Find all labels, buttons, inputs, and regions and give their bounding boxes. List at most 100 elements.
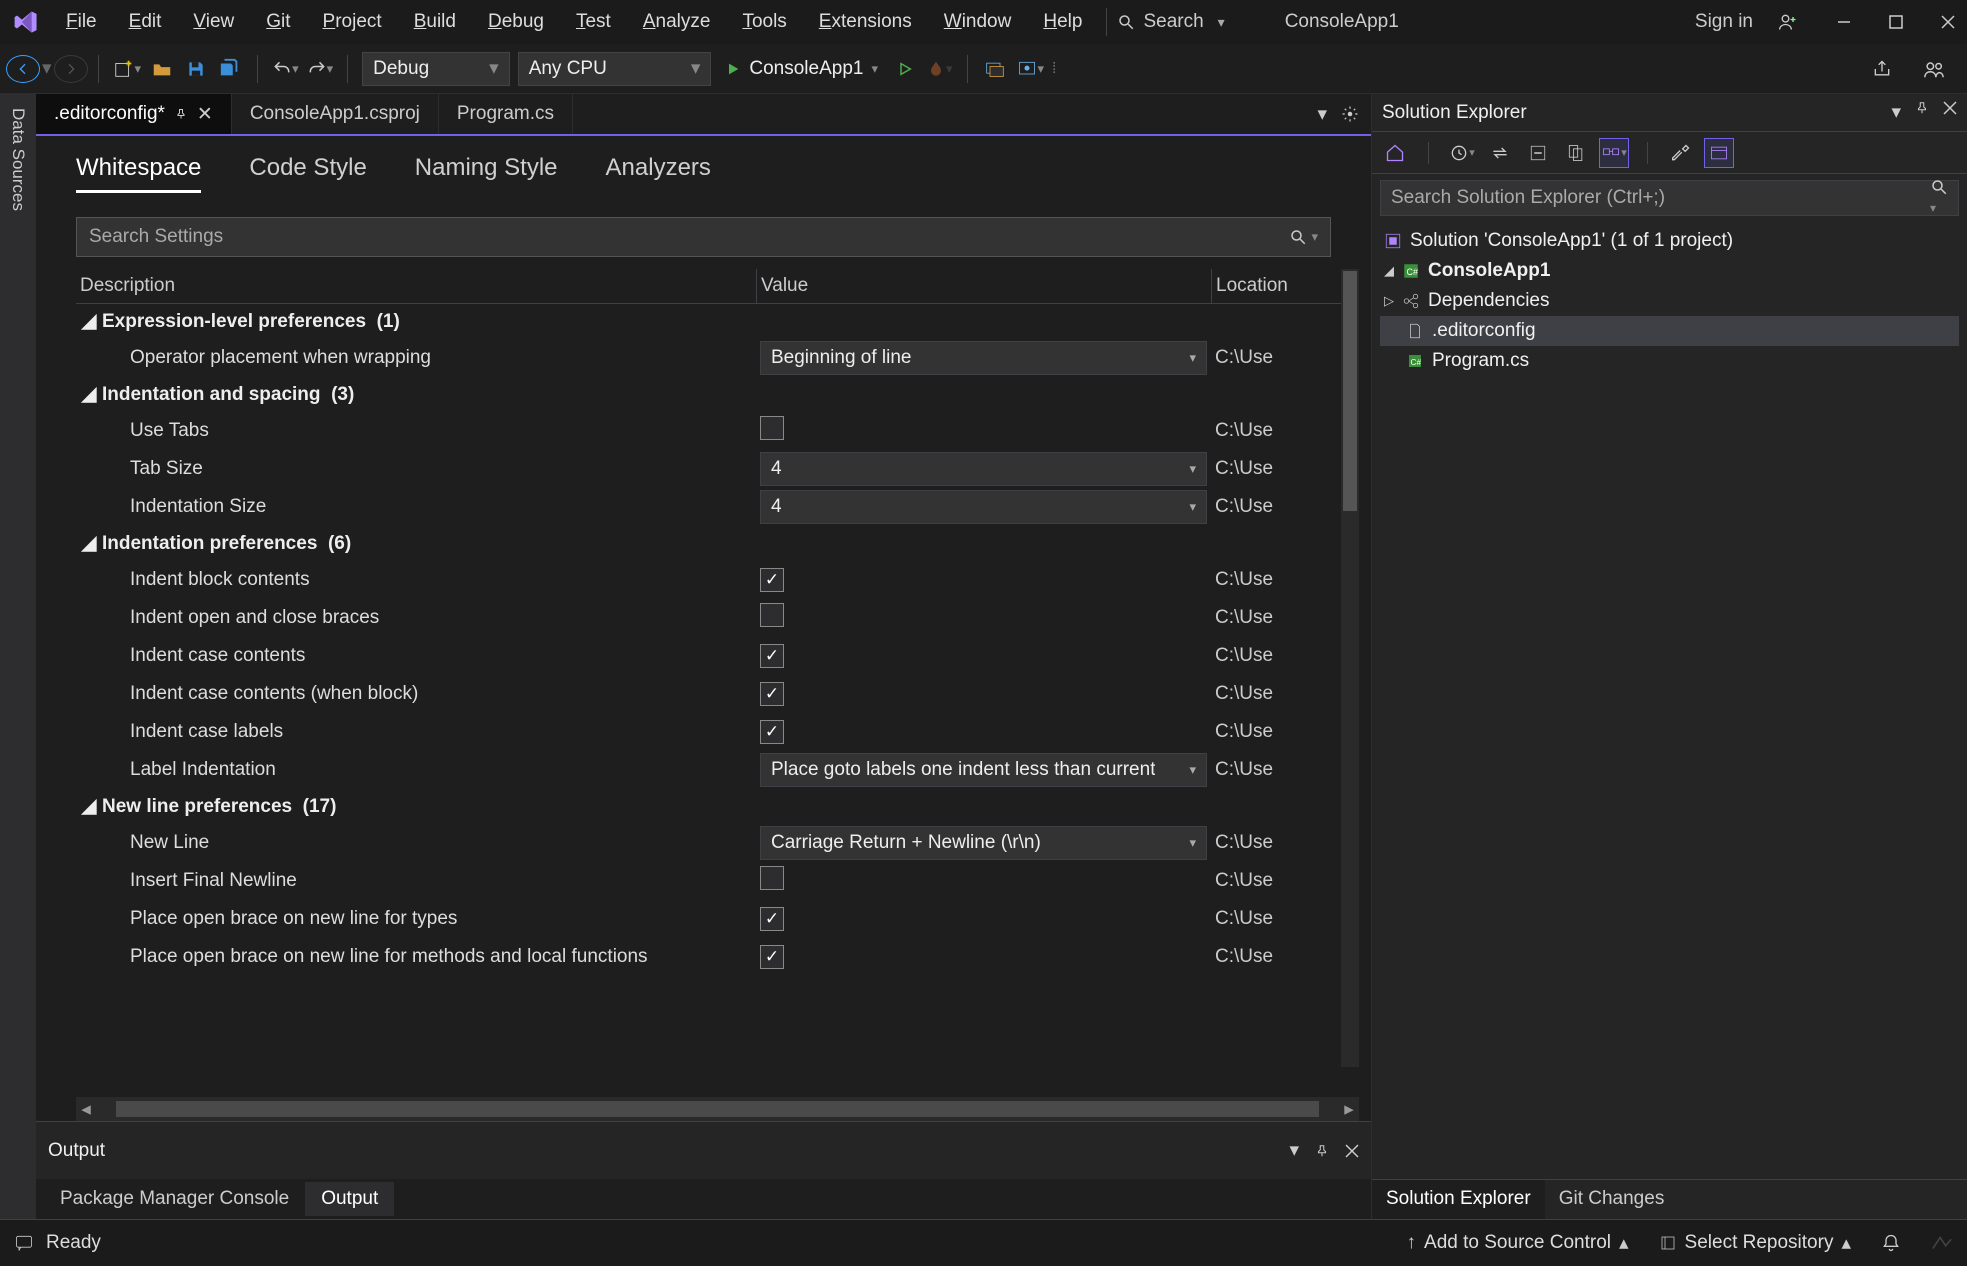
close-button[interactable] xyxy=(1937,11,1959,33)
data-sources-tab[interactable]: Data Sources xyxy=(6,102,30,1219)
live-preview-button[interactable]: ▾ xyxy=(1012,52,1049,86)
column-description[interactable]: Description xyxy=(76,269,756,303)
notifications-icon[interactable] xyxy=(1881,1233,1901,1253)
panel-tab[interactable]: Solution Explorer xyxy=(1372,1180,1545,1219)
new-project-button[interactable]: ▾ xyxy=(109,52,146,86)
doc-tab[interactable]: .editorconfig*✕ xyxy=(36,94,232,134)
setting-dropdown[interactable]: 4▾ xyxy=(760,452,1207,486)
properties-icon[interactable] xyxy=(1666,138,1696,168)
setting-checkbox[interactable]: ✓ xyxy=(760,644,784,668)
config-tab-analyzers[interactable]: Analyzers xyxy=(606,154,711,193)
undo-button[interactable]: ▾ xyxy=(268,52,303,86)
collapse-all-icon[interactable] xyxy=(1523,138,1553,168)
config-tab-code-style[interactable]: Code Style xyxy=(249,154,366,193)
maximize-button[interactable] xyxy=(1885,11,1907,33)
group-header[interactable]: ◢New line preferences (17) xyxy=(76,789,1359,824)
close-icon[interactable] xyxy=(1943,101,1957,124)
panel-tab[interactable]: Git Changes xyxy=(1545,1180,1679,1219)
setting-checkbox[interactable]: ✓ xyxy=(760,568,784,592)
project-node[interactable]: ◢ C# ConsoleApp1 xyxy=(1380,256,1959,286)
minimize-button[interactable] xyxy=(1833,11,1855,33)
start-without-debugging-button[interactable] xyxy=(888,52,922,86)
select-repository[interactable]: Select Repository▴ xyxy=(1659,1232,1851,1255)
pin-icon[interactable] xyxy=(175,108,187,120)
menu-debug[interactable]: Debug xyxy=(474,7,558,37)
start-debugging-button[interactable]: ConsoleApp1▾ xyxy=(715,52,888,86)
sync-icon[interactable] xyxy=(1485,138,1515,168)
setting-dropdown[interactable]: Carriage Return + Newline (\r\n)▾ xyxy=(760,826,1207,860)
column-location[interactable]: Location xyxy=(1211,269,1359,303)
menu-help[interactable]: Help xyxy=(1029,7,1096,37)
menu-git[interactable]: Git xyxy=(252,7,304,37)
history-icon[interactable]: ▾ xyxy=(1447,138,1477,168)
group-header[interactable]: ◢Indentation and spacing (3) xyxy=(76,377,1359,412)
solution-node[interactable]: Solution 'ConsoleApp1' (1 of 1 project) xyxy=(1380,226,1959,256)
doc-tab[interactable]: ConsoleApp1.csproj xyxy=(232,94,439,134)
show-all-files-icon[interactable] xyxy=(1561,138,1591,168)
zoom-icon[interactable] xyxy=(1931,1235,1953,1251)
setting-checkbox[interactable]: ✓ xyxy=(760,945,784,969)
platform-dropdown[interactable]: Any CPU▾ xyxy=(518,52,712,86)
setting-dropdown[interactable]: 4▾ xyxy=(760,490,1207,524)
live-share-button[interactable] xyxy=(1917,52,1951,86)
menu-test[interactable]: Test xyxy=(562,7,625,37)
add-source-control[interactable]: ↑Add to Source Control▴ xyxy=(1407,1232,1629,1255)
active-files-dropdown[interactable]: ▾ xyxy=(1317,103,1327,126)
nav-forward-button[interactable] xyxy=(54,55,88,83)
setting-dropdown[interactable]: Beginning of line▾ xyxy=(760,341,1207,375)
dependencies-node[interactable]: ▷ Dependencies xyxy=(1380,286,1959,316)
open-file-button[interactable] xyxy=(145,52,179,86)
hot-reload-button[interactable]: ▾ xyxy=(922,52,957,86)
home-icon[interactable] xyxy=(1380,138,1410,168)
share-button[interactable] xyxy=(1865,52,1899,86)
setting-dropdown[interactable]: Place goto labels one indent less than c… xyxy=(760,753,1207,787)
pin-icon[interactable] xyxy=(1915,101,1929,124)
column-value[interactable]: Value xyxy=(756,269,1211,303)
browse-button[interactable] xyxy=(978,52,1012,86)
setting-checkbox[interactable]: ✓ xyxy=(760,720,784,744)
menu-analyze[interactable]: Analyze xyxy=(629,7,725,37)
vertical-scrollbar[interactable] xyxy=(1341,269,1359,1067)
config-tab-naming-style[interactable]: Naming Style xyxy=(415,154,558,193)
redo-button[interactable]: ▾ xyxy=(303,52,338,86)
menu-edit[interactable]: Edit xyxy=(115,7,176,37)
setting-checkbox[interactable] xyxy=(760,866,784,890)
add-account-icon[interactable] xyxy=(1771,5,1805,39)
quick-search[interactable]: Search xyxy=(1117,11,1224,33)
pin-icon[interactable] xyxy=(1315,1144,1329,1158)
document-options-icon[interactable] xyxy=(1341,105,1359,123)
setting-checkbox[interactable] xyxy=(760,416,784,440)
output-dropdown-icon[interactable]: ▾ xyxy=(1289,1139,1299,1162)
editorconfig-file-node[interactable]: .editorconfig xyxy=(1380,316,1959,346)
tool-tab[interactable]: Output xyxy=(305,1182,394,1216)
filters-icon[interactable]: ▾ xyxy=(1599,138,1629,168)
feedback-icon[interactable] xyxy=(14,1233,34,1253)
close-icon[interactable] xyxy=(1345,1144,1359,1158)
program-file-node[interactable]: C# Program.cs xyxy=(1380,346,1959,376)
nav-back-button[interactable] xyxy=(6,55,40,83)
group-header[interactable]: ◢Indentation preferences (6) xyxy=(76,526,1359,561)
solution-search-input[interactable]: Search Solution Explorer (Ctrl+;) ▾ xyxy=(1380,180,1959,216)
tool-tab[interactable]: Package Manager Console xyxy=(44,1182,305,1216)
menu-view[interactable]: View xyxy=(179,7,248,37)
configuration-dropdown[interactable]: Debug▾ xyxy=(362,52,510,86)
preview-selected-icon[interactable] xyxy=(1704,138,1734,168)
menu-file[interactable]: File xyxy=(52,7,111,37)
menu-tools[interactable]: Tools xyxy=(728,7,800,37)
horizontal-scrollbar[interactable]: ◂▸ xyxy=(76,1097,1359,1121)
save-all-button[interactable] xyxy=(213,52,247,86)
doc-tab[interactable]: Program.cs xyxy=(439,94,573,134)
sign-in-link[interactable]: Sign in xyxy=(1695,11,1753,33)
menu-build[interactable]: Build xyxy=(400,7,470,37)
menu-window[interactable]: Window xyxy=(930,7,1026,37)
menu-project[interactable]: Project xyxy=(309,7,396,37)
config-tab-whitespace[interactable]: Whitespace xyxy=(76,154,201,193)
menu-extensions[interactable]: Extensions xyxy=(805,7,926,37)
setting-checkbox[interactable]: ✓ xyxy=(760,907,784,931)
view-dropdown-icon[interactable]: ▾ xyxy=(1891,101,1901,124)
search-settings-input[interactable]: Search Settings ▾ xyxy=(76,217,1331,257)
group-header[interactable]: ◢Expression-level preferences (1) xyxy=(76,304,1359,339)
close-icon[interactable]: ✕ xyxy=(197,103,213,126)
setting-checkbox[interactable]: ✓ xyxy=(760,682,784,706)
save-button[interactable] xyxy=(179,52,213,86)
